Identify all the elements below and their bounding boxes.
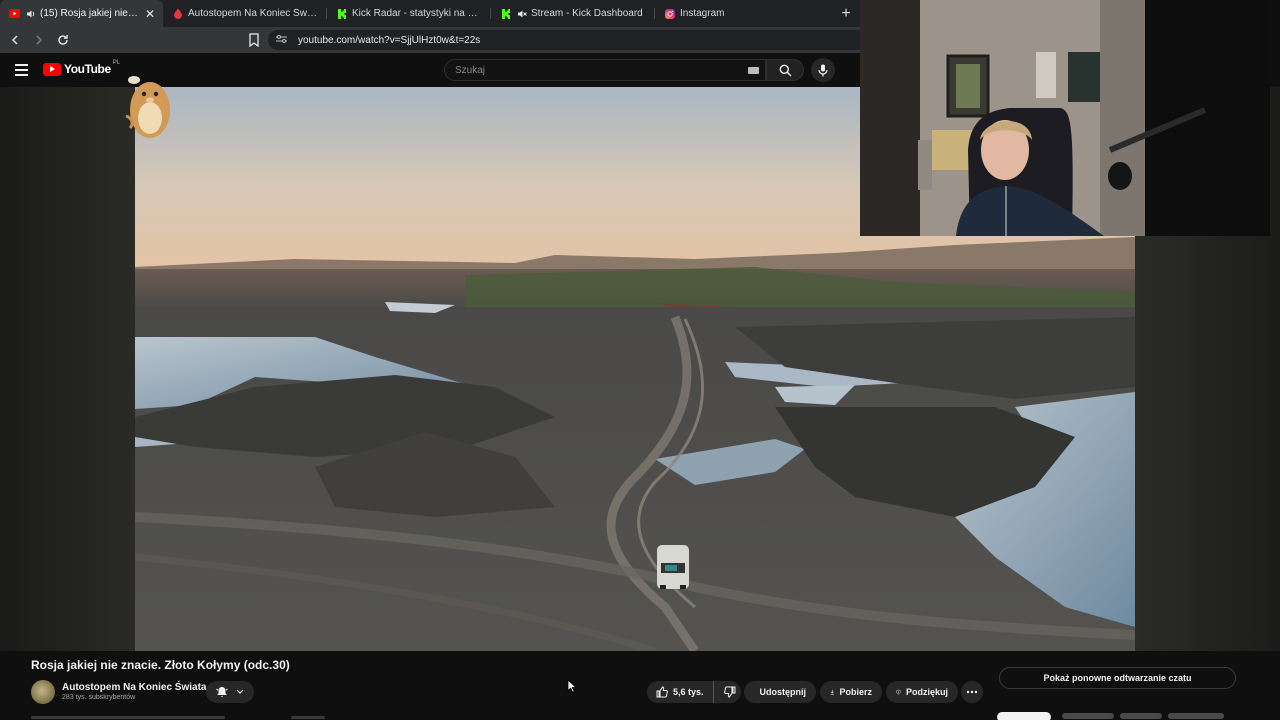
filter-chip[interactable] <box>1062 713 1114 719</box>
tab-patronite[interactable]: Autostopem Na Koniec Świata - Patr <box>163 0 326 27</box>
share-button[interactable]: Udostępnij <box>744 681 816 703</box>
search-box <box>444 59 766 81</box>
speaker-icon[interactable] <box>25 8 36 19</box>
tab-instagram[interactable]: Instagram <box>655 0 818 27</box>
share-arrow-icon <box>754 691 755 693</box>
microphone-icon <box>818 64 828 76</box>
voice-search-button[interactable] <box>811 58 835 82</box>
patronite-favicon-icon <box>172 8 183 19</box>
channel-avatar[interactable] <box>31 680 55 704</box>
muted-speaker-icon[interactable] <box>516 8 527 19</box>
tab-youtube-video[interactable]: (15) Rosja jakiej nie znacie. Złoto ✕ <box>0 0 163 27</box>
thumbs-down-icon <box>723 686 736 698</box>
search-button[interactable] <box>766 59 804 81</box>
tab-label: Stream - Kick Dashboard <box>531 8 643 19</box>
like-dislike-group: 5,6 tys. <box>647 681 741 703</box>
van-in-video <box>657 545 689 589</box>
browser-toolbar: youtube.com/watch?v=SjjUlHzt0w&t=22s <box>0 27 860 53</box>
tab-label: Kick Radar - statystyki na żywo! <box>352 8 482 19</box>
webcam-image <box>860 0 1270 236</box>
filter-chip-selected[interactable] <box>997 712 1051 720</box>
webcam-overlay <box>860 0 1270 236</box>
tab-close-icon[interactable]: ✕ <box>145 7 155 21</box>
browser-tab-strip: (15) Rosja jakiej nie znacie. Złoto ✕ Au… <box>0 0 860 27</box>
bookmark-icon[interactable] <box>248 33 260 48</box>
address-bar[interactable]: youtube.com/watch?v=SjjUlHzt0w&t=22s <box>268 30 860 50</box>
filter-chip[interactable] <box>1120 713 1162 719</box>
more-actions-button[interactable] <box>961 681 983 703</box>
reload-icon[interactable] <box>53 30 73 50</box>
show-chat-replay-button[interactable]: Pokaż ponowne odtwarzanie czatu <box>999 667 1236 689</box>
thumbs-up-icon <box>656 686 668 698</box>
youtube-logo[interactable]: YouTube PL <box>43 60 120 76</box>
super-thanks-icon <box>896 689 901 695</box>
thanks-button[interactable]: Podziękuj <box>886 681 958 703</box>
description-box-edge <box>31 716 1131 720</box>
subscribed-bell-button[interactable] <box>206 681 254 703</box>
search-input[interactable] <box>455 64 735 76</box>
video-title: Rosja jakiej nie znacie. Złoto Kołymy (o… <box>31 658 290 672</box>
new-tab-plus-icon[interactable]: + <box>832 0 860 27</box>
tab-kick-dashboard[interactable]: Stream - Kick Dashboard <box>491 0 654 27</box>
dislike-button[interactable] <box>719 681 741 703</box>
more-horizontal-icon <box>966 690 978 694</box>
youtube-play-icon <box>43 62 61 76</box>
tab-kick-radar[interactable]: Kick Radar - statystyki na żywo! <box>327 0 490 27</box>
search-icon <box>779 64 791 76</box>
kick-favicon-icon <box>336 8 347 19</box>
like-button[interactable]: 5,6 tys. <box>647 681 714 703</box>
chevron-down-icon <box>236 689 244 694</box>
hamster-overlay-image <box>118 72 174 144</box>
url-text: youtube.com/watch?v=SjjUlHzt0w&t=22s <box>298 34 481 46</box>
download-button[interactable]: Pobierz <box>820 681 882 703</box>
subscriber-count: 283 tys. subskrybentów <box>62 694 136 701</box>
download-icon <box>830 689 835 695</box>
tab-label: Instagram <box>680 8 725 19</box>
keyboard-icon[interactable] <box>748 67 759 74</box>
tab-label: Autostopem Na Koniec Świata - Patr <box>188 8 318 19</box>
like-count: 5,6 tys. <box>673 687 704 697</box>
filter-chip[interactable] <box>1168 713 1224 719</box>
back-arrow-icon[interactable] <box>5 30 25 50</box>
youtube-favicon-icon <box>9 8 20 19</box>
channel-name[interactable]: Autostopem Na Koniec Świata <box>62 682 206 693</box>
tab-label: (15) Rosja jakiej nie znacie. Złoto <box>40 8 139 19</box>
mouse-cursor-icon <box>567 679 578 693</box>
kick-favicon-icon <box>500 8 511 19</box>
site-settings-icon[interactable] <box>276 34 288 47</box>
menu-icon[interactable] <box>15 64 28 76</box>
instagram-favicon-icon <box>664 8 675 19</box>
bell-icon <box>216 687 228 698</box>
forward-arrow-icon[interactable] <box>29 30 49 50</box>
